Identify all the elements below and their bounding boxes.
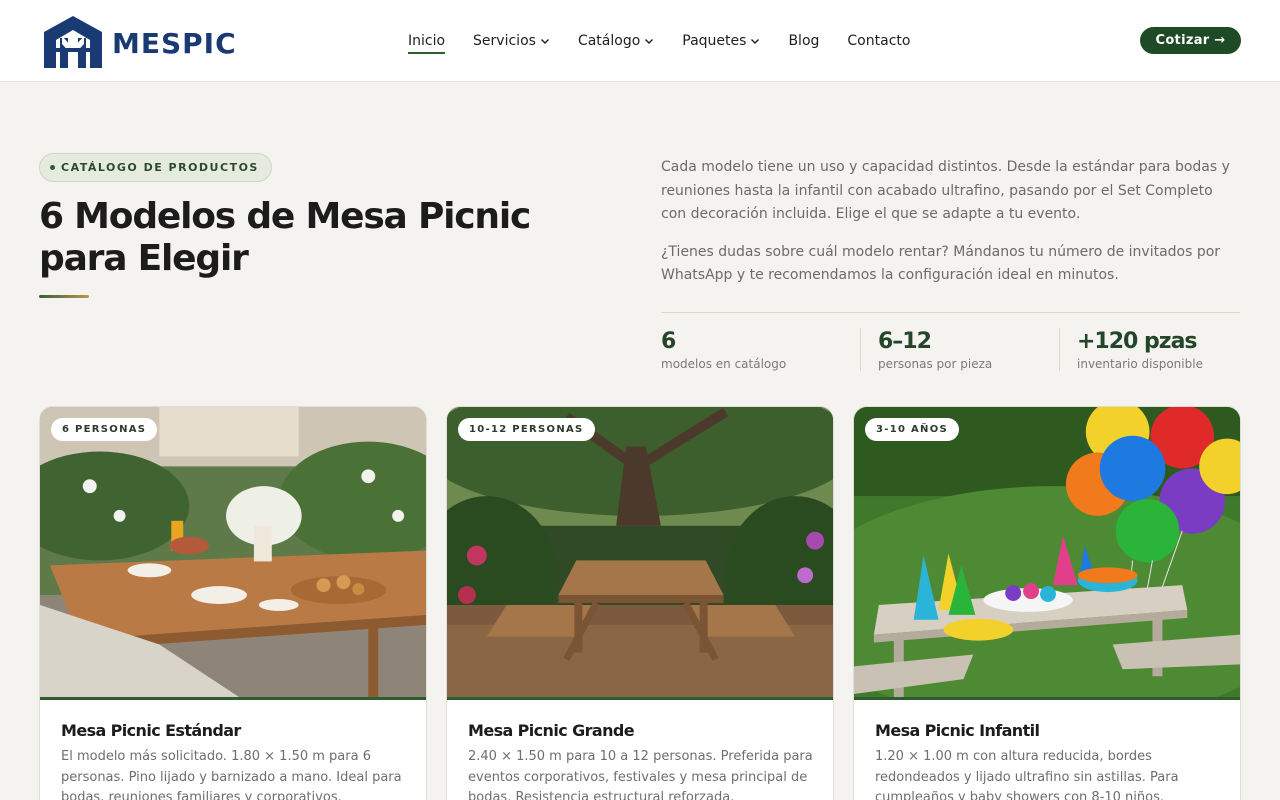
title-divider: [39, 295, 89, 298]
nav-item-blog[interactable]: Blog: [788, 31, 819, 51]
nav-label: Catálogo: [577, 33, 641, 49]
card-title: Mesa Picnic Infantil: [875, 721, 1040, 740]
logo-mark-icon: [44, 16, 102, 68]
wooden-picnic-table-illustration: [447, 407, 833, 697]
card-title: Mesa Picnic Estándar: [61, 721, 241, 740]
dot-icon: [50, 165, 55, 170]
page-title: 6 Modelos de Mesa Picnic para Elegir: [39, 196, 531, 279]
site-header: MESPIC Inicio Servicios Catálogo Paquete…: [0, 0, 1280, 82]
brand-name: MESPIC: [112, 26, 237, 60]
nav-label: Inicio: [408, 33, 446, 49]
nav-label: Blog: [788, 33, 820, 49]
card-description: 1.20 × 1.00 m con altura reducida, borde…: [875, 749, 1179, 800]
quote-button[interactable]: Cotizar →: [1140, 27, 1241, 54]
stats-divider: [661, 312, 1240, 313]
nav-label: Contacto: [847, 33, 911, 49]
card-description: El modelo más solicitado. 1.80 × 1.50 m …: [61, 749, 402, 800]
product-image: 10-12 PERSONAS: [447, 407, 833, 700]
capacity-badge: 3-10 AÑOS: [865, 418, 960, 441]
card-description: 2.40 × 1.50 m para 10 a 12 personas. Pre…: [468, 749, 813, 800]
card-title: Mesa Picnic Grande: [468, 721, 635, 740]
nav-label: Paquetes: [682, 33, 747, 49]
brand-logo[interactable]: MESPIC: [40, 14, 237, 70]
nav-item-catalogo[interactable]: Catálogo: [578, 31, 654, 51]
chevron-down-icon: [645, 39, 654, 44]
stats-row: 6 modelos en catálogo 6–12 personas por …: [661, 328, 1258, 371]
stat-item: 6–12 personas por pieza: [860, 328, 1059, 371]
product-card-estandar[interactable]: 6 PERSONAS Mesa Picnic Estándar El model…: [39, 406, 427, 800]
nav-item-contacto[interactable]: Contacto: [847, 31, 910, 51]
stat-item: 6 modelos en catálogo: [661, 328, 860, 371]
stat-item: +120 pzas inventario disponible: [1059, 328, 1258, 371]
capacity-badge: 6 PERSONAS: [51, 418, 158, 441]
nav-label: Servicios: [473, 33, 536, 49]
stat-value: +120 pzas: [1077, 329, 1198, 354]
garden-table-illustration: [40, 407, 426, 697]
section-badge: CATÁLOGO DE PRODUCTOS: [39, 153, 272, 182]
intro-paragraph: Cada modelo tiene un uso y capacidad dis…: [661, 159, 1230, 222]
stat-label: inventario disponible: [1077, 357, 1203, 371]
chevron-down-icon: [540, 39, 549, 44]
stat-label: modelos en catálogo: [661, 357, 787, 371]
nav-item-paquetes[interactable]: Paquetes: [682, 31, 760, 51]
chevron-down-icon: [751, 39, 760, 44]
nav-item-servicios[interactable]: Servicios: [473, 31, 550, 51]
intro-paragraph: ¿Tienes dudas sobre cuál modelo rentar? …: [661, 243, 1221, 284]
stat-value: 6–12: [878, 329, 932, 354]
nav-item-inicio[interactable]: Inicio: [408, 31, 446, 54]
product-card-infantil[interactable]: 3-10 AÑOS Mesa Picnic Infantil 1.20 × 1.…: [853, 406, 1241, 800]
main-nav: Inicio Servicios Catálogo Paquetes Blog …: [408, 31, 938, 54]
kids-party-table-illustration: [854, 407, 1240, 697]
capacity-badge: 10-12 PERSONAS: [458, 418, 595, 441]
badge-label: CATÁLOGO DE PRODUCTOS: [61, 161, 259, 174]
stat-label: personas por pieza: [878, 357, 993, 371]
product-image: 3-10 AÑOS: [854, 407, 1240, 700]
stat-value: 6: [661, 329, 676, 354]
intro-text: Cada modelo tiene un uso y capacidad dis…: [661, 156, 1231, 288]
product-card-grande[interactable]: 10-12 PERSONAS Mesa Picnic Grande 2.40 ×…: [446, 406, 834, 800]
product-image: 6 PERSONAS: [40, 407, 426, 700]
